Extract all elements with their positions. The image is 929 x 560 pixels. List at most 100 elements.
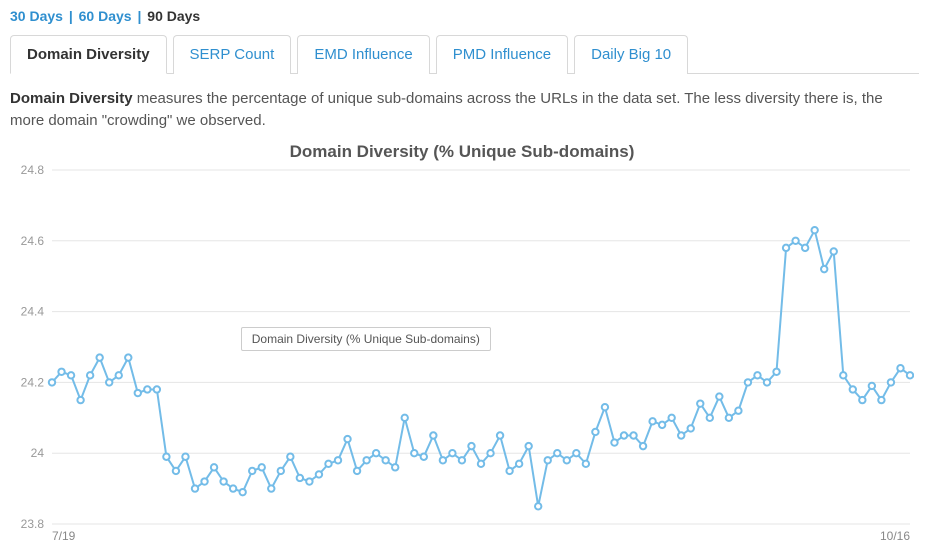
data-point xyxy=(869,382,875,388)
data-point xyxy=(525,442,531,448)
data-point xyxy=(545,457,551,463)
data-point xyxy=(249,467,255,473)
data-point xyxy=(96,354,102,360)
data-point xyxy=(745,379,751,385)
data-point xyxy=(411,450,417,456)
data-point xyxy=(192,485,198,491)
data-point xyxy=(611,439,617,445)
data-point xyxy=(154,386,160,392)
data-point xyxy=(363,457,369,463)
data-point xyxy=(478,460,484,466)
y-tick-label: 24.2 xyxy=(21,375,45,389)
data-point xyxy=(783,244,789,250)
data-point xyxy=(592,428,598,434)
tab-emd-influence[interactable]: EMD Influence xyxy=(297,35,429,74)
range-separator: | xyxy=(134,8,146,24)
data-point xyxy=(106,379,112,385)
data-point xyxy=(440,457,446,463)
tab-serp-count[interactable]: SERP Count xyxy=(173,35,292,74)
data-point xyxy=(535,503,541,509)
data-point xyxy=(239,488,245,494)
data-point xyxy=(316,471,322,477)
data-point xyxy=(506,467,512,473)
chart-title: Domain Diversity (% Unique Sub-domains) xyxy=(10,142,914,162)
data-point xyxy=(573,450,579,456)
data-point xyxy=(487,450,493,456)
data-point xyxy=(459,457,465,463)
data-point xyxy=(621,432,627,438)
data-point xyxy=(516,460,522,466)
data-point xyxy=(449,450,455,456)
data-point xyxy=(135,389,141,395)
data-point xyxy=(278,467,284,473)
y-tick-label: 23.8 xyxy=(21,517,45,531)
tab-description: Domain Diversity measures the percentage… xyxy=(10,88,919,132)
data-point xyxy=(259,464,265,470)
data-point xyxy=(640,442,646,448)
data-point xyxy=(116,372,122,378)
data-point xyxy=(354,467,360,473)
metric-tabs: Domain DiversitySERP CountEMD InfluenceP… xyxy=(10,34,919,74)
range-option-30-days[interactable]: 30 Days xyxy=(10,8,63,24)
data-point xyxy=(792,237,798,243)
x-end-label: 10/16 xyxy=(880,529,910,543)
data-point xyxy=(335,457,341,463)
chart-container: Domain Diversity (% Unique Sub-domains) … xyxy=(10,142,914,544)
data-point xyxy=(707,414,713,420)
tab-pmd-influence[interactable]: PMD Influence xyxy=(436,35,568,74)
data-point xyxy=(325,460,331,466)
data-point xyxy=(144,386,150,392)
data-point xyxy=(688,425,694,431)
data-point xyxy=(230,485,236,491)
data-point xyxy=(754,372,760,378)
data-point xyxy=(649,418,655,424)
data-point xyxy=(726,414,732,420)
data-point xyxy=(764,379,770,385)
data-point xyxy=(497,432,503,438)
range-option-60-days[interactable]: 60 Days xyxy=(79,8,132,24)
data-point xyxy=(840,372,846,378)
data-point xyxy=(87,372,93,378)
data-point xyxy=(564,457,570,463)
data-point xyxy=(831,248,837,254)
data-point xyxy=(182,453,188,459)
data-point xyxy=(554,450,560,456)
data-point xyxy=(220,478,226,484)
data-point xyxy=(421,453,427,459)
y-tick-label: 24.6 xyxy=(21,233,45,247)
data-point xyxy=(850,386,856,392)
data-point xyxy=(306,478,312,484)
data-point xyxy=(583,460,589,466)
data-point xyxy=(888,379,894,385)
tab-daily-big-10[interactable]: Daily Big 10 xyxy=(574,35,688,74)
data-point xyxy=(821,265,827,271)
legend-box: Domain Diversity (% Unique Sub-domains) xyxy=(241,327,491,351)
data-point xyxy=(173,467,179,473)
desc-text: measures the percentage of unique sub-do… xyxy=(10,90,883,129)
data-point xyxy=(678,432,684,438)
data-point xyxy=(716,393,722,399)
data-point xyxy=(68,372,74,378)
data-point xyxy=(77,396,83,402)
data-point xyxy=(602,403,608,409)
data-point xyxy=(392,464,398,470)
y-tick-label: 24 xyxy=(31,446,45,460)
data-point xyxy=(811,226,817,232)
data-point xyxy=(344,435,350,441)
data-point xyxy=(630,432,636,438)
date-range-selector: 30 Days | 60 Days | 90 Days xyxy=(10,8,919,24)
data-point xyxy=(58,368,64,374)
data-point xyxy=(287,453,293,459)
range-option-90-days: 90 Days xyxy=(147,8,200,24)
data-point xyxy=(468,442,474,448)
data-point xyxy=(907,372,913,378)
data-point xyxy=(897,365,903,371)
data-point xyxy=(878,396,884,402)
data-point xyxy=(373,450,379,456)
y-tick-label: 24.4 xyxy=(21,304,45,318)
x-start-label: 7/19 xyxy=(52,529,76,543)
legend-label: Domain Diversity (% Unique Sub-domains) xyxy=(252,332,480,346)
data-point xyxy=(735,407,741,413)
y-tick-label: 24.8 xyxy=(21,164,45,177)
tab-domain-diversity[interactable]: Domain Diversity xyxy=(10,35,167,74)
